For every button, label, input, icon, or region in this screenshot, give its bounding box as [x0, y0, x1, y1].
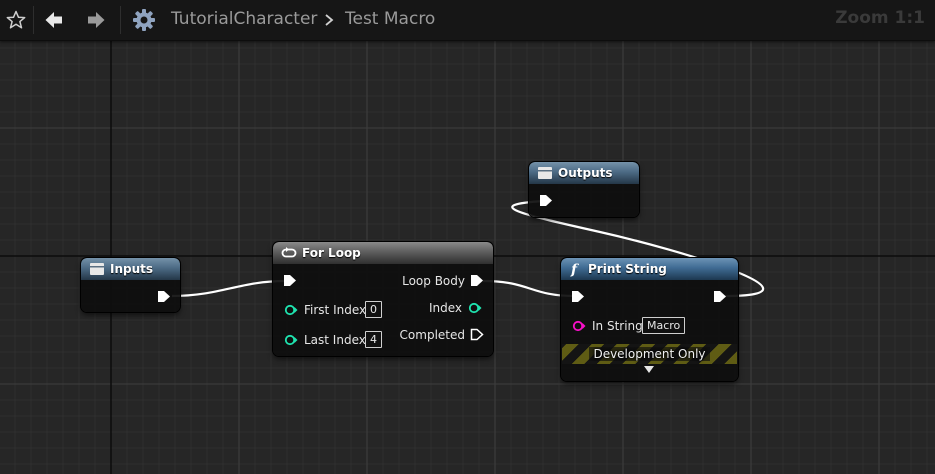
- node-title: Outputs: [558, 166, 613, 180]
- graph-toolbar: TutorialCharacter Test Macro Zoom 1:1: [0, 0, 935, 41]
- last-index-pin[interactable]: [284, 334, 298, 346]
- for-loop-node[interactable]: For Loop First Index 0 Last Index 4 Loop…: [273, 242, 493, 356]
- node-title: For Loop: [302, 246, 361, 260]
- outputs-node[interactable]: Outputs: [529, 162, 639, 217]
- svg-text:f: f: [570, 262, 580, 277]
- exec-out-pin[interactable]: [713, 290, 727, 303]
- node-header: Inputs: [81, 258, 180, 280]
- zoom-indicator: Zoom 1:1: [835, 8, 925, 28]
- forward-button[interactable]: [84, 0, 108, 40]
- forward-arrow-icon: [88, 12, 105, 28]
- in-string-input[interactable]: Macro: [642, 317, 686, 334]
- exec-in-pin[interactable]: [539, 194, 553, 207]
- tunnel-icon: [89, 262, 105, 276]
- print-string-node[interactable]: f Print String In String Macro Developme…: [561, 258, 738, 381]
- loop-icon: [281, 246, 297, 260]
- development-only-label: Development Only: [589, 347, 710, 361]
- node-title: Print String: [588, 262, 667, 276]
- index-pin[interactable]: [468, 302, 482, 314]
- in-string-pin[interactable]: [572, 320, 586, 332]
- development-only-banner: Development Only: [562, 344, 737, 364]
- first-index-label: First Index: [304, 303, 367, 317]
- node-header: f Print String: [561, 258, 738, 280]
- loop-body-pin[interactable]: [470, 274, 484, 287]
- loop-body-label: Loop Body: [402, 274, 465, 288]
- completed-label: Completed: [399, 328, 465, 342]
- breadcrumb-blueprint[interactable]: TutorialCharacter: [171, 9, 317, 29]
- first-index-pin[interactable]: [284, 304, 298, 316]
- last-index-label: Last Index: [304, 333, 366, 347]
- index-label: Index: [428, 301, 462, 315]
- back-button[interactable]: [42, 0, 66, 40]
- node-title: Inputs: [110, 262, 154, 276]
- tunnel-icon: [537, 166, 553, 180]
- back-arrow-icon: [45, 12, 62, 28]
- favorite-button[interactable]: [4, 0, 28, 40]
- expand-arrow-icon[interactable]: [643, 365, 655, 375]
- toolbar-separator: [33, 6, 34, 34]
- gear-icon: [133, 9, 155, 31]
- first-index-input[interactable]: 0: [365, 301, 382, 318]
- inputs-node[interactable]: Inputs: [81, 258, 180, 312]
- breadcrumb-chevron-icon: [325, 14, 334, 26]
- node-header: Outputs: [529, 162, 639, 184]
- function-icon: f: [569, 261, 583, 277]
- toolbar-separator: [120, 6, 121, 34]
- exec-in-pin[interactable]: [283, 274, 297, 287]
- in-string-label: In String: [592, 319, 643, 333]
- blueprint-graph-canvas[interactable]: [0, 0, 935, 474]
- breadcrumb-graph[interactable]: Test Macro: [345, 9, 435, 29]
- completed-pin[interactable]: [470, 328, 484, 341]
- star-icon: [6, 10, 26, 29]
- node-header: For Loop: [273, 242, 493, 264]
- blueprint-settings-button[interactable]: [130, 0, 158, 40]
- exec-out-pin[interactable]: [157, 290, 171, 303]
- last-index-input[interactable]: 4: [365, 331, 382, 348]
- exec-in-pin[interactable]: [571, 290, 585, 303]
